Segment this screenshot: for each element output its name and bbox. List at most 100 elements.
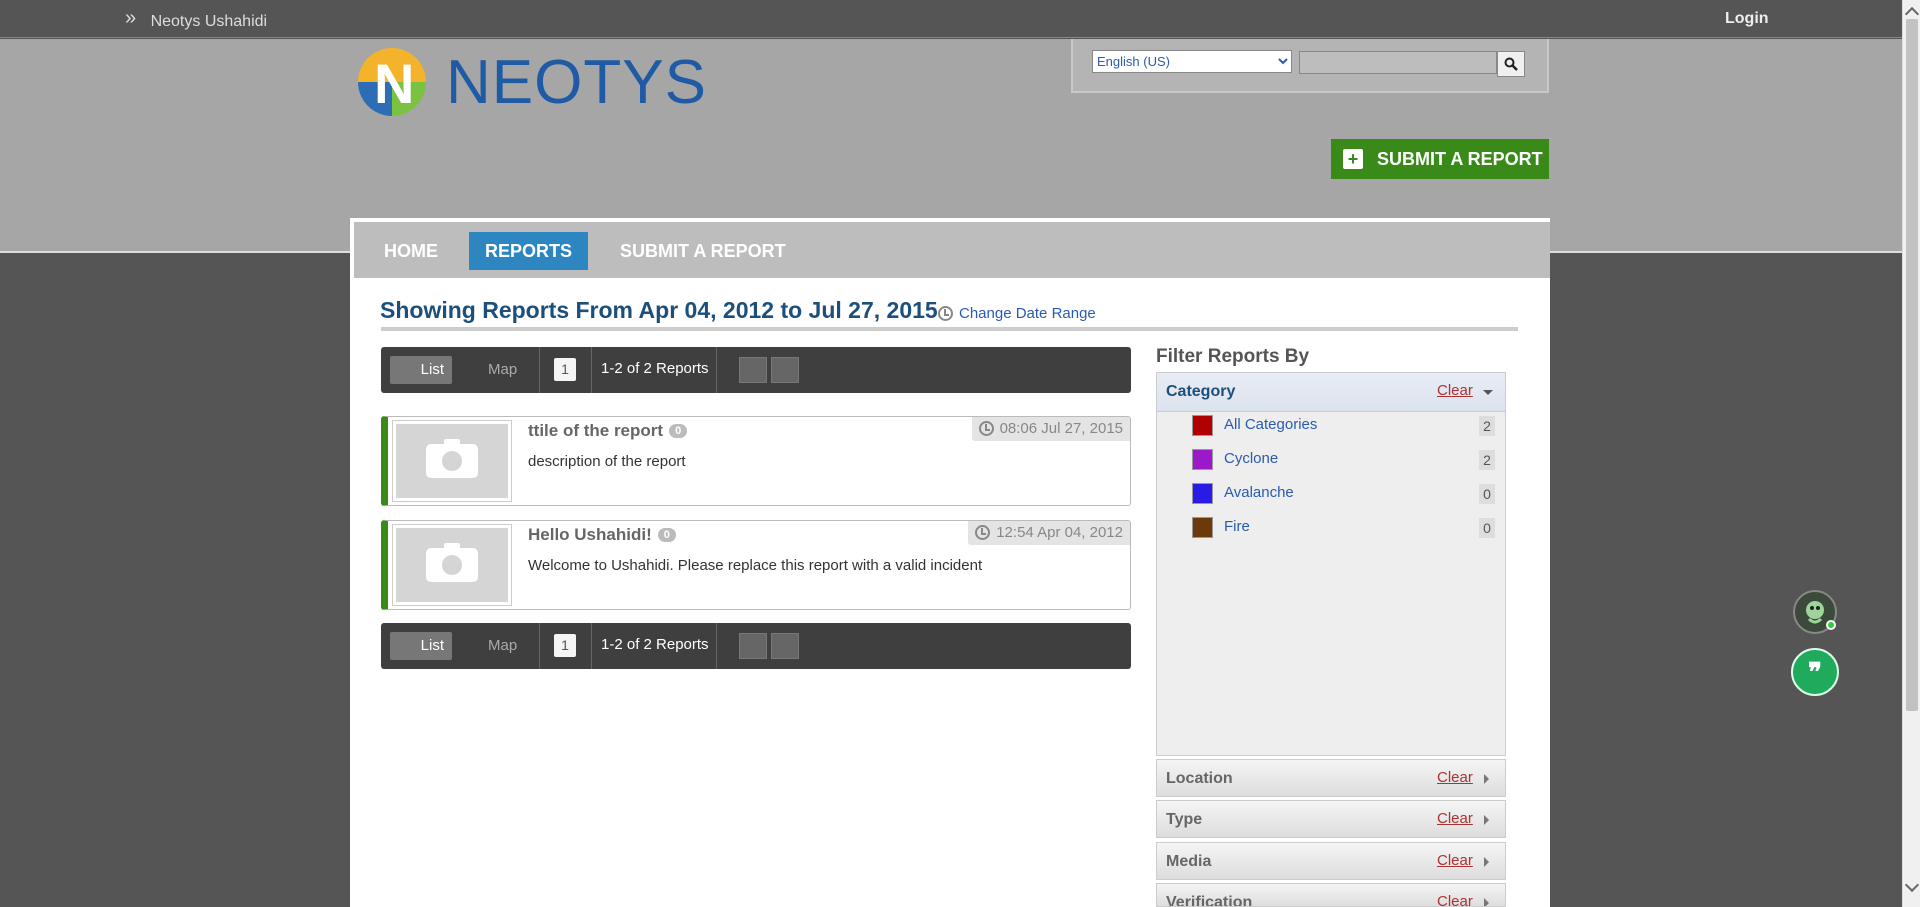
search-area: English (US) [1071,39,1549,93]
caret-down-icon [1483,390,1493,395]
report-date: 08:06 Jul 27, 2015 [971,417,1130,441]
detail-view-button[interactable] [771,357,799,383]
pager-bar-top: List Map 1 1-2 of 2 Reports [381,347,1131,393]
page-title: Showing Reports From Apr 04, 2012 to Jul… [380,297,938,323]
pager-bar-bottom: List Map 1 1-2 of 2 Reports [381,623,1131,669]
chat-avatar-button[interactable] [1793,590,1837,634]
category-color-swatch [1192,415,1213,436]
report-title[interactable]: Hello Ushahidi! 0 [528,525,676,545]
quote-chat-button[interactable]: ❞ [1791,648,1839,696]
category-clear-link[interactable]: Clear [1437,382,1473,399]
category-item[interactable]: Avalanche 0 [1192,481,1495,505]
category-count: 2 [1479,416,1495,436]
report-title[interactable]: ttile of the report 0 [528,421,688,441]
category-filter-header[interactable]: Category Clear [1156,372,1506,412]
camera-icon [426,439,478,478]
submit-report-label: SUBMIT A REPORT [1377,148,1543,169]
report-count: 1-2 of 2 Reports [601,360,709,377]
verification-filter-label: Verification [1166,894,1253,907]
category-label[interactable]: All Categories [1224,416,1317,433]
caret-right-icon [1484,857,1489,867]
report-thumbnail[interactable] [392,524,512,606]
report-description: description of the report [528,453,686,470]
comment-count-badge: 0 [669,424,688,438]
report-item[interactable]: ttile of the report 0 description of the … [381,416,1131,506]
nav-home[interactable]: HOME [368,232,454,270]
camera-icon [426,543,478,582]
verification-clear-link[interactable]: Clear [1437,893,1473,906]
change-date-range-label: Change Date Range [959,305,1096,322]
detail-view-button[interactable] [771,633,799,659]
filter-title: Filter Reports By [1156,346,1310,367]
pager-separator [539,347,540,393]
type-clear-link[interactable]: Clear [1437,810,1473,827]
language-select[interactable]: English (US) [1092,50,1292,73]
caret-right-icon [1484,815,1489,825]
map-view-button[interactable]: Map [488,361,517,378]
pager-separator [539,623,540,669]
page-number[interactable]: 1 [554,358,576,381]
report-date: 12:54 Apr 04, 2012 [968,521,1130,545]
search-input[interactable] [1299,51,1497,74]
report-description: Welcome to Ushahidi. Please replace this… [528,557,983,574]
category-item[interactable]: Cyclone 2 [1192,447,1495,471]
caret-right-icon [1484,898,1489,906]
report-title-text: ttile of the report [528,421,664,440]
grid-view-button[interactable] [739,357,767,383]
nav-reports[interactable]: REPORTS [469,232,589,270]
location-clear-link[interactable]: Clear [1437,769,1473,786]
clock-icon [975,525,991,540]
site-logo[interactable]: NEOTYS [358,48,707,117]
list-view-button[interactable]: List [390,356,452,384]
media-clear-link[interactable]: Clear [1437,852,1473,869]
report-thumbnail[interactable] [392,420,512,502]
nav-submit-report[interactable]: SUBMIT A REPORT [604,232,802,270]
category-label[interactable]: Fire [1224,518,1250,535]
change-date-range-link[interactable]: Change Date Range [938,305,1096,322]
category-filter-label: Category [1166,383,1236,400]
report-title-text: Hello Ushahidi! [528,525,652,544]
heading-divider [381,327,1518,331]
submit-report-button[interactable]: + SUBMIT A REPORT [1331,139,1549,179]
category-label[interactable]: Cyclone [1224,450,1278,467]
location-filter-header[interactable]: Location Clear [1156,759,1506,797]
category-count: 0 [1479,518,1495,538]
comment-count-badge: 0 [657,528,676,542]
verification-filter-header[interactable]: Verification Clear [1156,883,1506,907]
report-item[interactable]: Hello Ushahidi! 0 Welcome to Ushahidi. Pl… [381,520,1131,610]
pager-separator [716,623,717,669]
report-date-text: 08:06 Jul 27, 2015 [999,420,1123,437]
scrollbar-thumb[interactable] [1906,19,1918,711]
breadcrumb-site-name[interactable]: Neotys Ushahidi [151,13,268,30]
pager-separator [591,623,592,669]
media-filter-label: Media [1166,853,1212,870]
neotys-logo-mark [358,48,426,116]
category-color-swatch [1192,449,1213,470]
category-label[interactable]: Avalanche [1224,484,1294,501]
category-color-swatch [1192,483,1213,504]
category-count: 2 [1479,450,1495,470]
caret-right-icon [1484,774,1489,784]
list-view-button[interactable]: List [390,632,452,660]
map-view-button[interactable]: Map [488,637,517,654]
main-nav: HOME REPORTS SUBMIT A REPORT [354,222,1550,278]
double-chevron-icon: » [125,7,137,29]
type-filter-header[interactable]: Type Clear [1156,800,1506,838]
scroll-down-icon[interactable] [1904,877,1920,893]
breadcrumb[interactable]: » Neotys Ushahidi [125,7,268,32]
vertical-scrollbar[interactable] [1902,0,1920,907]
login-link[interactable]: Login [1725,10,1769,28]
report-date-text: 12:54 Apr 04, 2012 [996,524,1123,541]
plus-icon: + [1343,149,1363,169]
type-filter-label: Type [1166,811,1203,828]
pager-separator [716,347,717,393]
media-filter-header[interactable]: Media Clear [1156,842,1506,880]
grid-view-button[interactable] [739,633,767,659]
search-icon [1504,57,1518,71]
search-button[interactable] [1497,51,1525,77]
quote-icon: ❞ [1808,656,1822,687]
category-item[interactable]: Fire 0 [1192,515,1495,539]
category-item[interactable]: All Categories 2 [1192,413,1495,437]
clock-icon [938,306,953,321]
page-number[interactable]: 1 [554,634,576,657]
